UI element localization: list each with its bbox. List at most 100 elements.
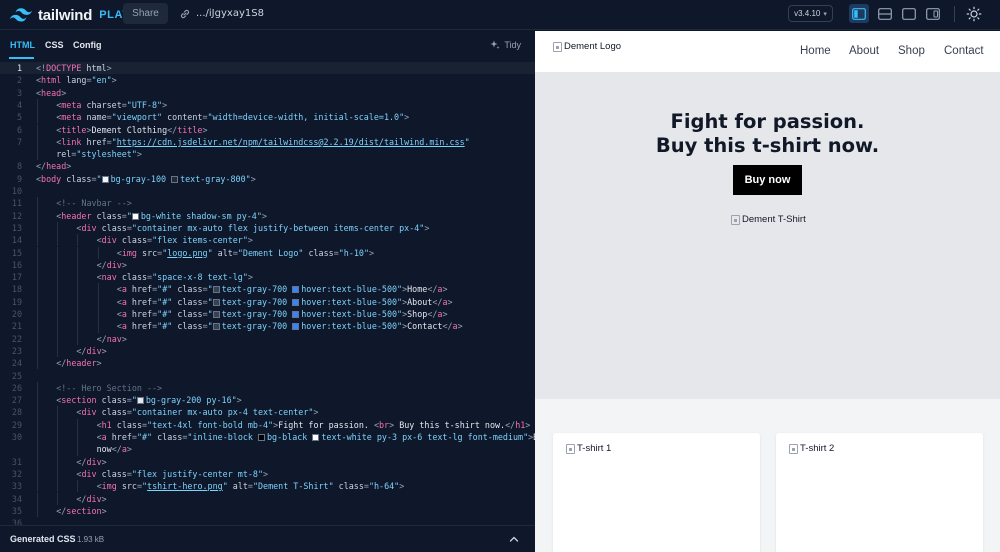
nav-link-about[interactable]: About [849,45,879,57]
code-line[interactable]: 21 <a href="#" class=" text-gray-700 hover… [0,320,535,333]
code-text: <header class=" bg-white shadow-sm py-4"> [56,210,267,222]
code-line[interactable]: 36 [0,517,535,525]
code-line[interactable]: 26 <!-- Hero Section --> [0,381,535,395]
nav-link-contact[interactable]: Contact [944,45,984,57]
tab-css[interactable]: CSS [45,40,64,50]
code-text: <a href="#" class=" text-gray-700 hover:t… [117,320,463,332]
indent-guide [57,234,59,247]
sun-icon[interactable] [966,6,982,22]
indent-guide [57,332,59,345]
indent-guide [97,283,99,296]
line-number: 15 [11,247,22,258]
tailwind-play-logo[interactable]: tailwind PLAY [10,5,130,25]
code-token: > [162,99,168,110]
share-url[interactable]: .../iJgyxay1S8 [196,8,264,19]
code-token: src [136,247,158,258]
code-line[interactable]: 15 <img src="logo.png" alt="Dement Logo" … [0,246,535,259]
code-token: class [91,210,122,221]
nav-link-home[interactable]: Home [800,45,831,57]
code-line[interactable]: rel="stylesheet"> [0,148,535,161]
layout-responsive-button[interactable] [923,4,943,23]
code-token: "h-64" [368,481,400,492]
code-token: class [96,407,127,418]
code-text: <link href="https://cdn.jsdelivr.net/npm… [56,136,470,148]
code-token: Shop [407,309,428,319]
code-token: text-gray-700 [221,309,293,319]
code-line[interactable]: 30 <a href="#" class="inline-block bg-bla… [0,431,535,444]
code-token: > [447,296,453,307]
line-number: 12 [11,210,22,221]
code-line[interactable]: 5 <meta name="viewport" content="width=de… [0,111,535,124]
product-card[interactable]: T-shirt 2 [776,433,983,552]
code-token: > [101,456,107,467]
code-line[interactable]: 17 <nav class="space-x-8 text-lg"> [0,271,535,284]
code-line[interactable]: 1 <!DOCTYPE html> [0,62,535,75]
code-line[interactable]: 2 <html lang="en"> [0,74,535,86]
code-line[interactable]: 12 <header class=" bg-white shadow-sm py-4… [0,209,535,222]
layout-preview-only-button[interactable] [899,4,919,23]
hero-line-2: Buy this t-shirt now. [655,134,880,157]
code-line[interactable]: 29 <h1 class="text-4xl font-bold mb-4">Fi… [0,418,535,431]
layout-vertical-split-button[interactable] [849,4,869,23]
code-line[interactable]: 8 </head> [0,160,535,172]
code-line[interactable]: 4 <meta charset="UTF-8"> [0,98,535,112]
code-line[interactable]: 25 [0,370,535,382]
chevron-up-icon[interactable] [509,535,519,543]
code-line[interactable]: 22 </nav> [0,332,535,345]
code-line[interactable]: 20 <a href="#" class=" text-gray-700 hover… [0,308,535,321]
code-token: > [442,284,448,295]
layout-horizontal-split-button[interactable] [875,4,895,23]
code-area[interactable]: 1 <!DOCTYPE html> 2 <html lang="en"> 3 <head>… [0,59,535,525]
code-text: <a href="#" class=" text-gray-700 hover:t… [117,296,453,308]
code-token: "#" [157,309,173,319]
code-line[interactable]: 24 </header> [0,357,535,370]
code-line[interactable]: 9 <body class=" bg-gray-100 text-gray-800"… [0,173,535,185]
code-token: h1 [515,419,526,430]
code-line[interactable]: 27 <section class=" bg-gray-200 py-16"> [0,394,535,407]
line-number: 26 [11,382,22,393]
split-horizontal-icon [878,7,892,20]
code-line[interactable]: 33 <img src="tshirt-hero.png" alt="Dement… [0,480,535,493]
code-token: > [236,395,242,406]
code-line[interactable]: 3 <head> [0,87,535,99]
indent-guide [57,320,59,333]
code-line[interactable]: 14 <div class="flex items-center"> [0,234,535,247]
tidy-button[interactable]: Tidy [490,40,521,50]
nav-link-shop[interactable]: Shop [898,45,925,57]
product-card[interactable]: T-shirt 1 [553,433,760,552]
version-select[interactable]: v3.4.10 ▾ [788,5,833,22]
code-line[interactable]: 23 </div> [0,344,535,358]
indent-guide [57,431,59,444]
tab-config[interactable]: Config [73,40,102,50]
code-line[interactable]: 18 <a href="#" class=" text-gray-700 hover… [0,283,535,296]
code-line[interactable]: 34 </div> [0,492,535,505]
code-line[interactable]: 32 <div class="flex justify-center mt-8"> [0,467,535,481]
indent-guide [57,480,59,493]
indent-guide [57,443,59,456]
code-line[interactable]: 11 <!-- Navbar --> [0,197,535,210]
code-token: > [121,259,127,270]
generated-css-bar[interactable]: Generated CSS 1.93 kB [0,525,535,552]
indent-guide [57,308,59,321]
code-line[interactable]: 6 <title>Dement Clothing</title> [0,123,535,136]
indent-guide [57,467,59,481]
code-line[interactable]: 7 <link href="https://cdn.jsdelivr.net/np… [0,135,535,149]
color-swatch [292,323,300,331]
code-line[interactable]: 35 </section> [0,504,535,518]
code-line[interactable]: 10 [0,185,535,197]
link-icon[interactable] [179,8,191,20]
code-line[interactable]: now</a> [0,443,535,456]
code-line[interactable]: 31 </div> [0,455,535,468]
code-line[interactable]: 13 <div class="container mx-auto flex jus… [0,221,535,235]
share-button[interactable]: Share [123,3,168,24]
buy-now-button[interactable]: Buy now [733,165,802,195]
tab-html[interactable]: HTML [10,40,35,50]
code-line[interactable]: 16 </div> [0,258,535,272]
code-token: div [101,235,117,246]
hero-image-alt-text: Dement T-Shirt [742,214,806,225]
code-token: "viewport" [111,112,163,123]
code-line[interactable]: 19 <a href="#" class=" text-gray-700 hover… [0,295,535,308]
line-number: 23 [11,345,22,356]
code-line[interactable]: 28 <div class="container mx-auto px-4 tex… [0,406,535,419]
indent-guide [37,467,38,481]
